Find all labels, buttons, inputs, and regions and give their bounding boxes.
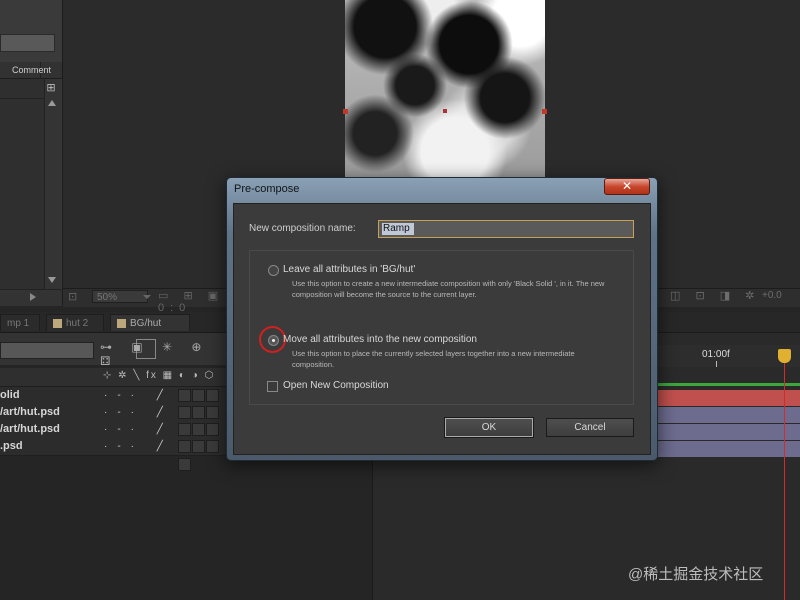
arrow-up-icon[interactable] [48,100,56,106]
open-new-composition-checkbox[interactable] [267,381,278,392]
transform-handle-left[interactable] [343,109,348,114]
move-attributes-label[interactable]: Move all attributes into the new composi… [283,334,603,347]
viewer-option-icons[interactable]: ▭ ⊞ ▣ 0:0 [158,289,228,314]
open-new-composition-label[interactable]: Open New Composition [283,380,483,393]
layer-name[interactable]: /art/hut.psd [0,404,100,421]
leave-attributes-label[interactable]: Leave all attributes in 'BG/hut' [283,264,603,277]
composition-name-input[interactable] [378,220,634,238]
list-item [0,98,44,99]
layer-duration-bar[interactable] [655,424,800,440]
layer-duration-bar[interactable] [655,441,800,457]
layer-name[interactable]: olid [0,387,100,404]
layer-switch-boxes[interactable] [178,389,228,420]
layer-duration-bar[interactable] [655,407,800,423]
exposure-value[interactable]: +0.0 [762,289,800,303]
layer-switches[interactable]: ·-· ╱ [104,438,174,455]
composition-name-value[interactable]: Ramp [382,223,414,235]
layer-switch-boxes[interactable] [178,406,228,437]
tab-label: hut 2 [66,318,89,329]
layer-switch-boxes[interactable] [178,440,228,471]
timeline-toolbar-icons[interactable]: ⊶ ▣ ✳ ⊕ ⚃ [100,340,225,368]
close-button[interactable]: ✕ [604,178,650,195]
cancel-button[interactable]: Cancel [546,418,634,437]
layer-name[interactable]: .psd [0,438,100,455]
project-scrollbar[interactable] [44,79,61,289]
viewer-channel-icons[interactable]: ◫ ⊡ ◨ ✲ [670,289,765,303]
tab-composition-bg-hut[interactable]: BG/hut [110,314,190,331]
ok-button[interactable]: OK [444,417,534,438]
layer-duration-bar-selected[interactable] [655,390,800,406]
tab-composition-2[interactable]: hut 2 [46,314,104,331]
tab-label: mp 1 [7,318,30,329]
switches-header-icons[interactable]: ⊹ ✲ ╲ fx ▦ ◐ ◑ ⬡ [103,370,228,384]
arrow-down-icon[interactable] [48,277,56,283]
zoom-dropdown[interactable]: 50% [92,290,148,303]
project-search-input[interactable] [0,34,55,52]
annotation-highlight-circle [259,326,286,353]
viewer-icons-mid: ▭ ⊞ ▣ [158,290,225,302]
close-icon: ✕ [621,179,633,193]
transform-handle-right[interactable] [542,109,547,114]
anchor-point-handle[interactable] [443,109,447,113]
project-item-list[interactable] [0,79,44,289]
flowchart-icon[interactable]: ⊞ [44,81,58,94]
ruler-time-label: 01:00f [702,349,730,360]
watermark: @稀土掘金技术社区 [628,566,764,583]
leave-attributes-description: Use this option to create a new intermed… [292,279,605,299]
layer-switch-boxes[interactable] [178,423,228,454]
composition-color-icon [53,318,62,328]
layer-switches[interactable]: ·-· ╱ fx [104,387,174,418]
composition-color-icon [117,318,126,328]
chevron-down-icon[interactable] [143,295,151,299]
layer-name[interactable]: /art/hut.psd [0,421,100,438]
comment-column-header[interactable]: Comment [4,62,62,78]
layer-switches[interactable]: ·-· ╱ [104,404,174,421]
layer-switches[interactable]: ·-· ╱ [104,421,174,438]
move-attributes-description: Use this option to place the currently s… [292,349,575,369]
work-area-bar[interactable] [655,383,800,386]
leave-attributes-radio[interactable] [268,265,279,276]
ruler-tick [716,361,717,367]
timeline-search-input[interactable] [0,342,94,359]
always-preview-icon[interactable]: ⊡ [68,290,88,303]
tab-composition-1[interactable]: mp 1 [0,314,40,331]
current-time-indicator-head[interactable] [778,349,791,363]
cloud-render-preview [345,0,545,178]
dialog-title: Pre-compose [234,183,300,195]
tab-label: BG/hut [130,318,162,329]
arrow-right-icon[interactable] [30,293,36,301]
composition-name-label: New composition name: [249,223,356,234]
